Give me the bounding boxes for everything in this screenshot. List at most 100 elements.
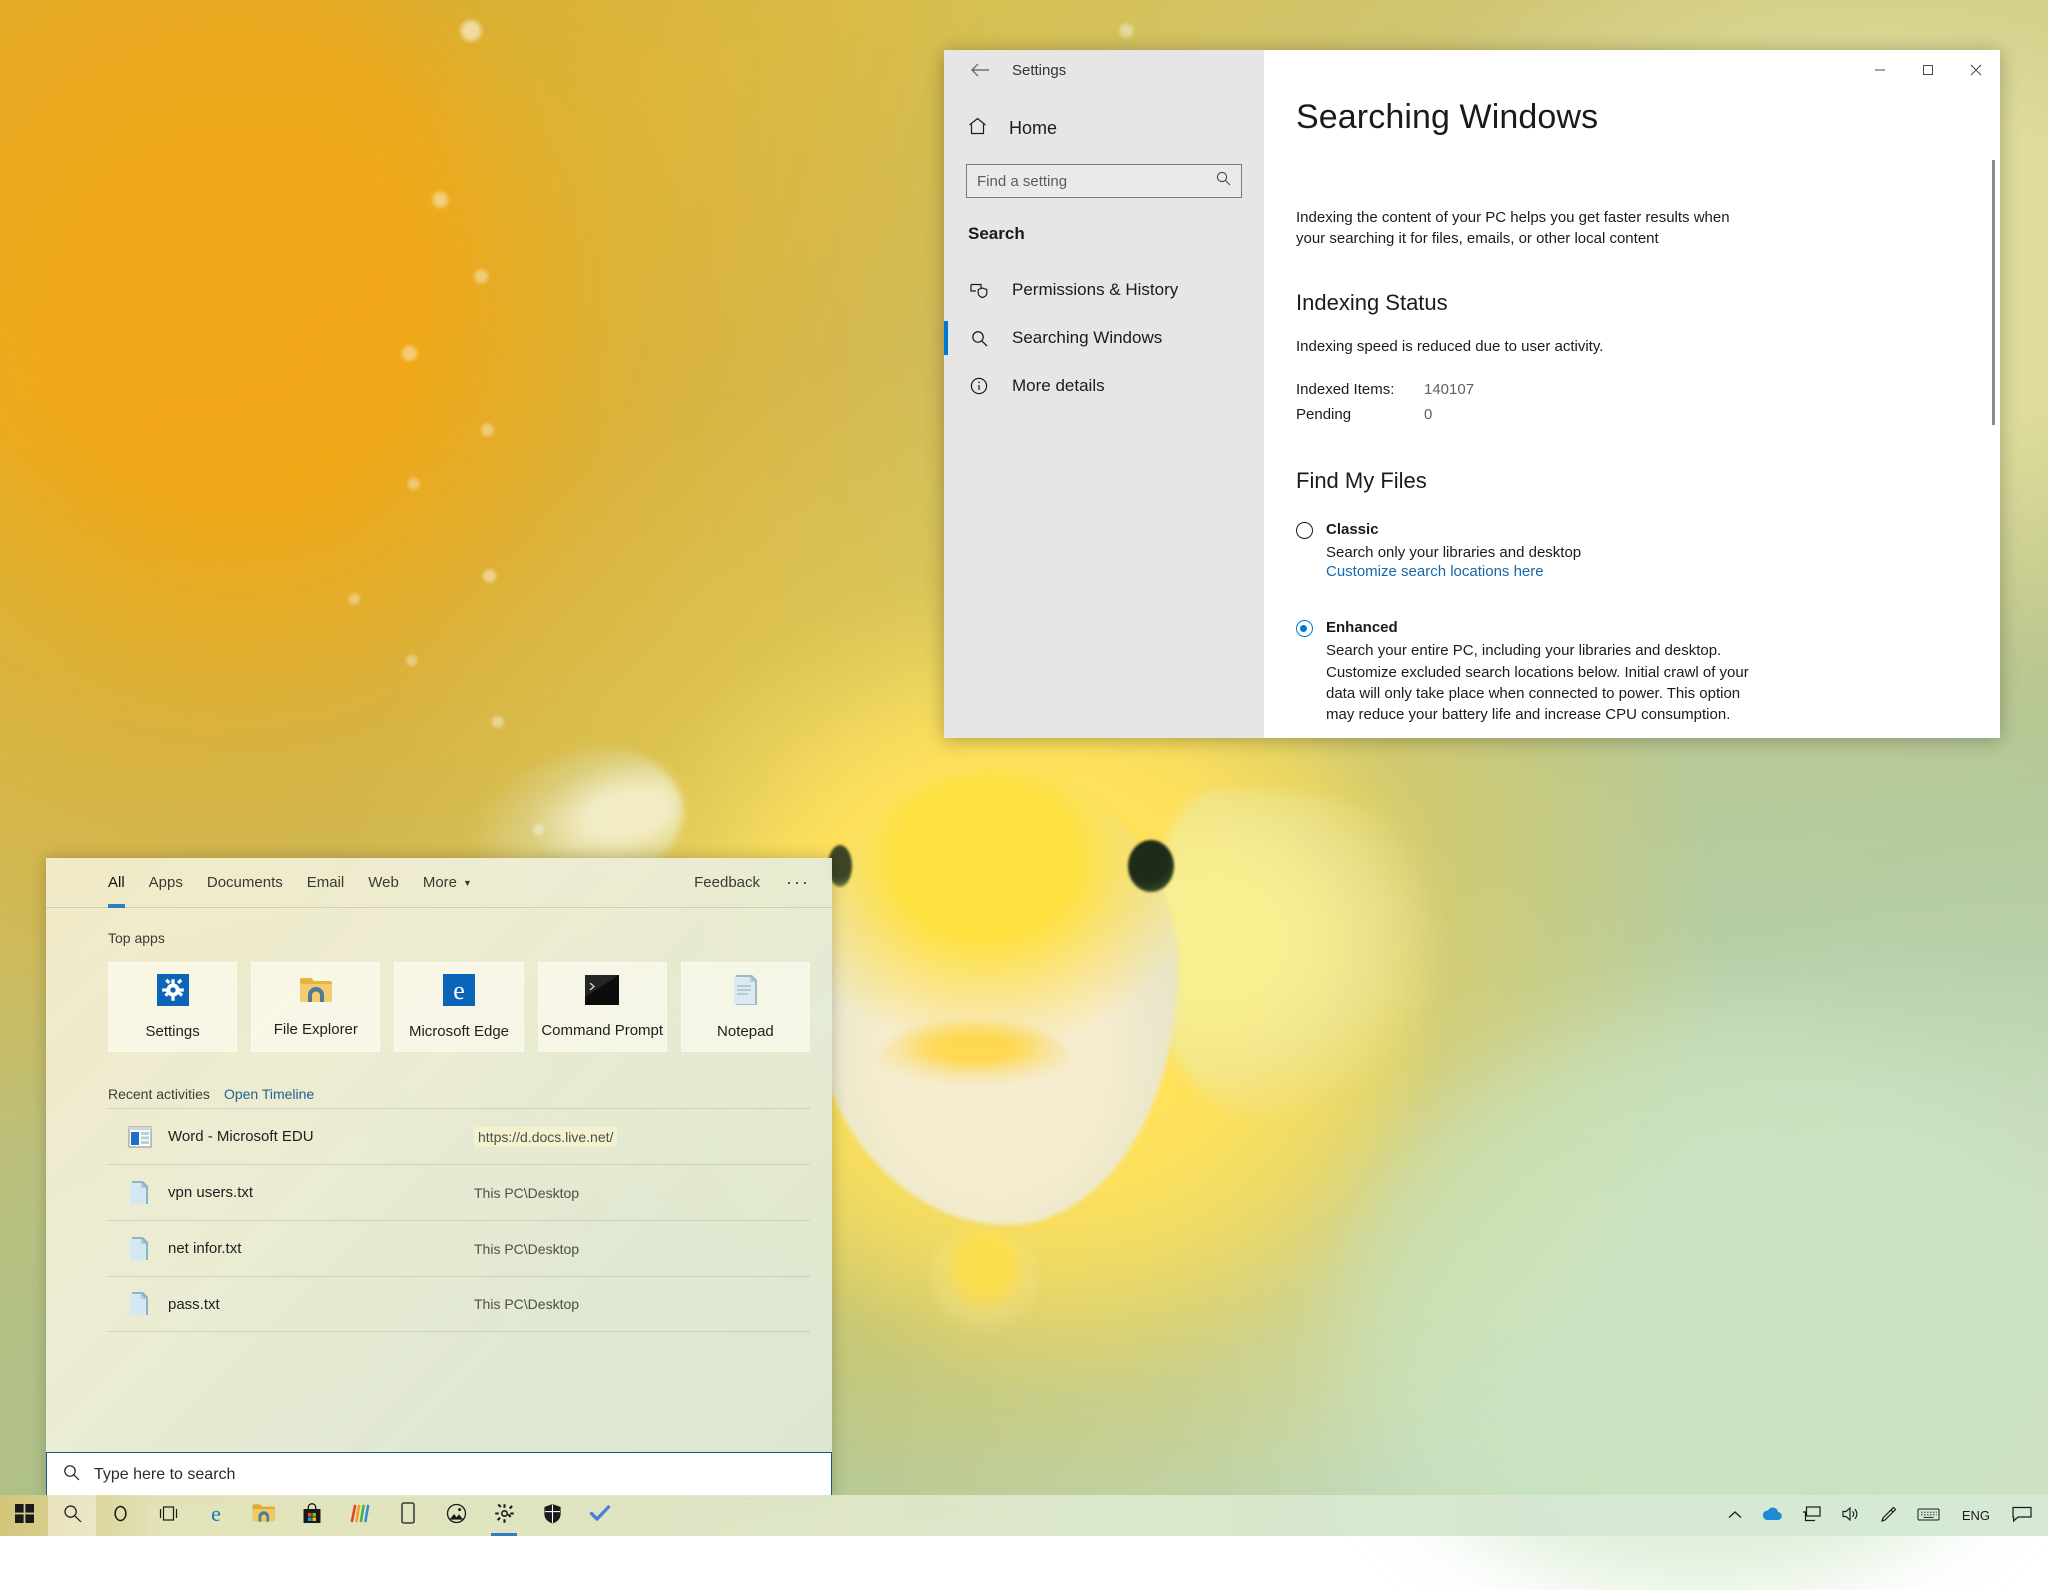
task-view-button[interactable] — [144, 1495, 192, 1536]
stat-value: 140107 — [1424, 377, 1474, 403]
settings-gear-icon — [494, 1503, 515, 1529]
magnifier-icon — [63, 1504, 82, 1528]
settings-window: Settings Home Sea — [944, 50, 2000, 738]
close-button[interactable] — [1952, 50, 2000, 90]
top-app-file-explorer[interactable]: File Explorer — [251, 962, 380, 1052]
list-item-subtitle: This PC\Desktop — [474, 1296, 579, 1312]
top-app-command-prompt[interactable]: Command Prompt — [538, 962, 667, 1052]
search-flyout-panel: All Apps Documents Email Web More ▼ Feed… — [46, 858, 832, 1498]
start-button[interactable] — [0, 1495, 48, 1536]
top-app-notepad[interactable]: Notepad — [681, 962, 810, 1052]
radio-button-enhanced[interactable] — [1296, 620, 1313, 637]
sidebar-item-home[interactable]: Home — [966, 106, 1242, 150]
list-item-subtitle: This PC\Desktop — [474, 1185, 579, 1201]
customize-search-locations-link[interactable]: Customize search locations here — [1326, 563, 2000, 580]
tab-email[interactable]: Email — [307, 858, 345, 908]
onedrive-tray-button[interactable] — [1752, 1495, 1792, 1536]
window-controls — [1856, 50, 2000, 90]
tab-more[interactable]: More ▼ — [423, 858, 472, 908]
minimize-button[interactable] — [1856, 50, 1904, 90]
pen-icon — [1880, 1506, 1897, 1526]
list-item[interactable]: net infor.txt This PC\Desktop — [108, 1220, 810, 1276]
word-document-icon — [128, 1126, 168, 1148]
magnifier-icon — [1216, 171, 1231, 191]
search-input-bar[interactable] — [46, 1452, 832, 1498]
show-hidden-icons-button[interactable] — [1718, 1495, 1752, 1536]
list-item-subtitle: This PC\Desktop — [474, 1241, 579, 1257]
back-arrow-icon[interactable] — [958, 55, 1002, 85]
radio-option-enhanced[interactable]: Enhanced Search your entire PC, includin… — [1296, 618, 2000, 725]
recent-activities-list: Word - Microsoft EDU https://d.docs.live… — [108, 1108, 810, 1332]
text-file-icon — [128, 1180, 168, 1206]
cortana-button[interactable] — [96, 1495, 144, 1536]
tab-documents[interactable]: Documents — [207, 858, 283, 908]
settings-nav: Home Search — [944, 106, 1264, 410]
volume-tray-button[interactable] — [1831, 1495, 1870, 1536]
network-icon — [1802, 1506, 1821, 1525]
list-item-subtitle: https://d.docs.live.net/ — [474, 1127, 617, 1147]
tab-more-label: More — [423, 874, 457, 891]
sidebar-item-permissions-history[interactable]: Permissions & History — [966, 266, 1242, 314]
stat-key: Pending — [1296, 402, 1424, 428]
info-circle-icon — [968, 377, 990, 395]
pen-tray-button[interactable] — [1870, 1495, 1907, 1536]
top-app-command-prompt-label: Command Prompt — [541, 1022, 663, 1039]
chevron-down-icon: ▼ — [463, 878, 472, 888]
top-app-microsoft-edge[interactable]: e Microsoft Edge — [394, 962, 523, 1052]
find-my-files-heading: Find My Files — [1296, 468, 2000, 494]
find-my-files-options: Classic Search only your libraries and d… — [1296, 520, 2000, 726]
edge-icon: e — [205, 1502, 227, 1529]
search-button[interactable] — [48, 1495, 96, 1536]
stat-row: Indexed Items: 140107 — [1296, 377, 2000, 403]
speaker-icon — [1841, 1506, 1860, 1525]
windows-logo-icon — [15, 1504, 34, 1528]
list-item[interactable]: pass.txt This PC\Desktop — [108, 1276, 810, 1332]
touch-keyboard-button[interactable] — [1907, 1495, 1950, 1536]
fish-eye — [1128, 840, 1174, 892]
tab-email-label: Email — [307, 874, 345, 891]
radio-option-classic[interactable]: Classic Search only your libraries and d… — [1296, 520, 2000, 581]
settings-search-input[interactable] — [977, 173, 1216, 190]
sidebar-item-more-details[interactable]: More details — [966, 362, 1242, 410]
open-timeline-link[interactable]: Open Timeline — [224, 1086, 314, 1102]
feedback-button[interactable]: Feedback — [694, 874, 760, 891]
photos-button[interactable] — [432, 1495, 480, 1536]
list-item-title: Word - Microsoft EDU — [168, 1128, 474, 1145]
microsoft-store-button[interactable] — [288, 1495, 336, 1536]
sidebar-item-searching-windows[interactable]: Searching Windows — [966, 314, 1242, 362]
system-tray: ENG — [1718, 1495, 2048, 1536]
sidebar-item-more-details-label: More details — [1012, 376, 1105, 396]
indexing-status-heading: Indexing Status — [1296, 290, 2000, 316]
todo-button[interactable] — [576, 1495, 624, 1536]
settings-content: Searching Windows Indexing the content o… — [1264, 50, 2000, 738]
edge-button[interactable]: e — [192, 1495, 240, 1536]
tab-web-label: Web — [368, 874, 399, 891]
action-center-button[interactable] — [2002, 1495, 2042, 1536]
tab-web[interactable]: Web — [368, 858, 399, 908]
language-indicator[interactable]: ENG — [1950, 1495, 2002, 1536]
settings-button[interactable] — [480, 1495, 528, 1536]
file-explorer-button[interactable] — [240, 1495, 288, 1536]
fish-body — [808, 770, 1178, 1225]
network-tray-button[interactable] — [1792, 1495, 1831, 1536]
tab-all[interactable]: All — [108, 858, 125, 908]
search-input[interactable] — [94, 1466, 831, 1484]
windows-security-button[interactable] — [528, 1495, 576, 1536]
magnifier-icon — [63, 1464, 80, 1486]
list-item[interactable]: Word - Microsoft EDU https://d.docs.live… — [108, 1108, 810, 1164]
fish-ventral-fin — [930, 1230, 1040, 1350]
top-app-settings[interactable]: Settings — [108, 962, 237, 1052]
list-item[interactable]: vpn users.txt This PC\Desktop — [108, 1164, 810, 1220]
content-scrollbar[interactable] — [1992, 160, 1995, 425]
text-file-icon — [128, 1236, 168, 1262]
settings-search-box[interactable] — [966, 164, 1242, 198]
maximize-button[interactable] — [1904, 50, 1952, 90]
folder-icon — [299, 976, 333, 1009]
sidebar-item-home-label: Home — [1009, 118, 1057, 139]
cloud-icon — [1762, 1507, 1782, 1524]
ellipsis-icon[interactable]: ··· — [786, 872, 810, 893]
tab-apps[interactable]: Apps — [149, 858, 183, 908]
office-button[interactable] — [336, 1495, 384, 1536]
your-phone-button[interactable] — [384, 1495, 432, 1536]
radio-button-classic[interactable] — [1296, 522, 1313, 539]
